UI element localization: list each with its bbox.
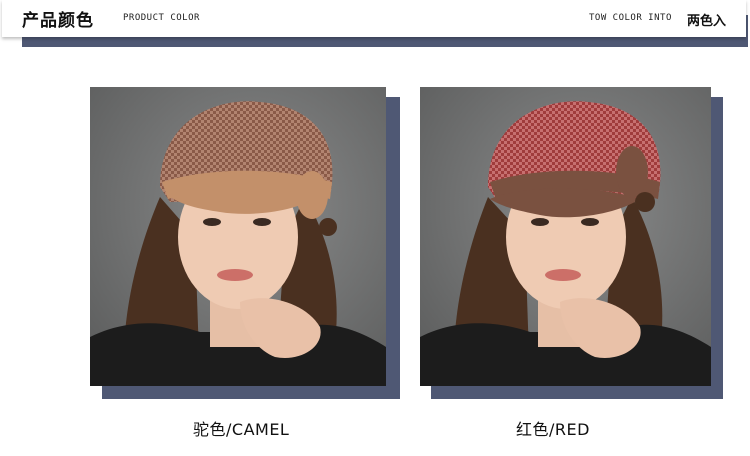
header-title-chinese: 产品颜色: [22, 11, 94, 31]
model-hat-illustration-camel: [90, 87, 386, 386]
product-photo-camel[interactable]: [90, 87, 386, 386]
product-caption-camel: 驼色/CAMEL: [193, 420, 290, 439]
product-caption-red: 红色/RED: [516, 420, 590, 439]
header-banner: 产品颜色 PRODUCT COLOR TOW COLOR INTO 两色入: [2, 0, 746, 37]
product-photo-red[interactable]: [420, 87, 711, 386]
header-title-english: PRODUCT COLOR: [123, 13, 200, 23]
header-subtitle-english: TOW COLOR INTO: [589, 13, 672, 23]
header-subtitle-chinese: 两色入: [687, 14, 727, 29]
model-hat-illustration-red: [420, 87, 711, 386]
